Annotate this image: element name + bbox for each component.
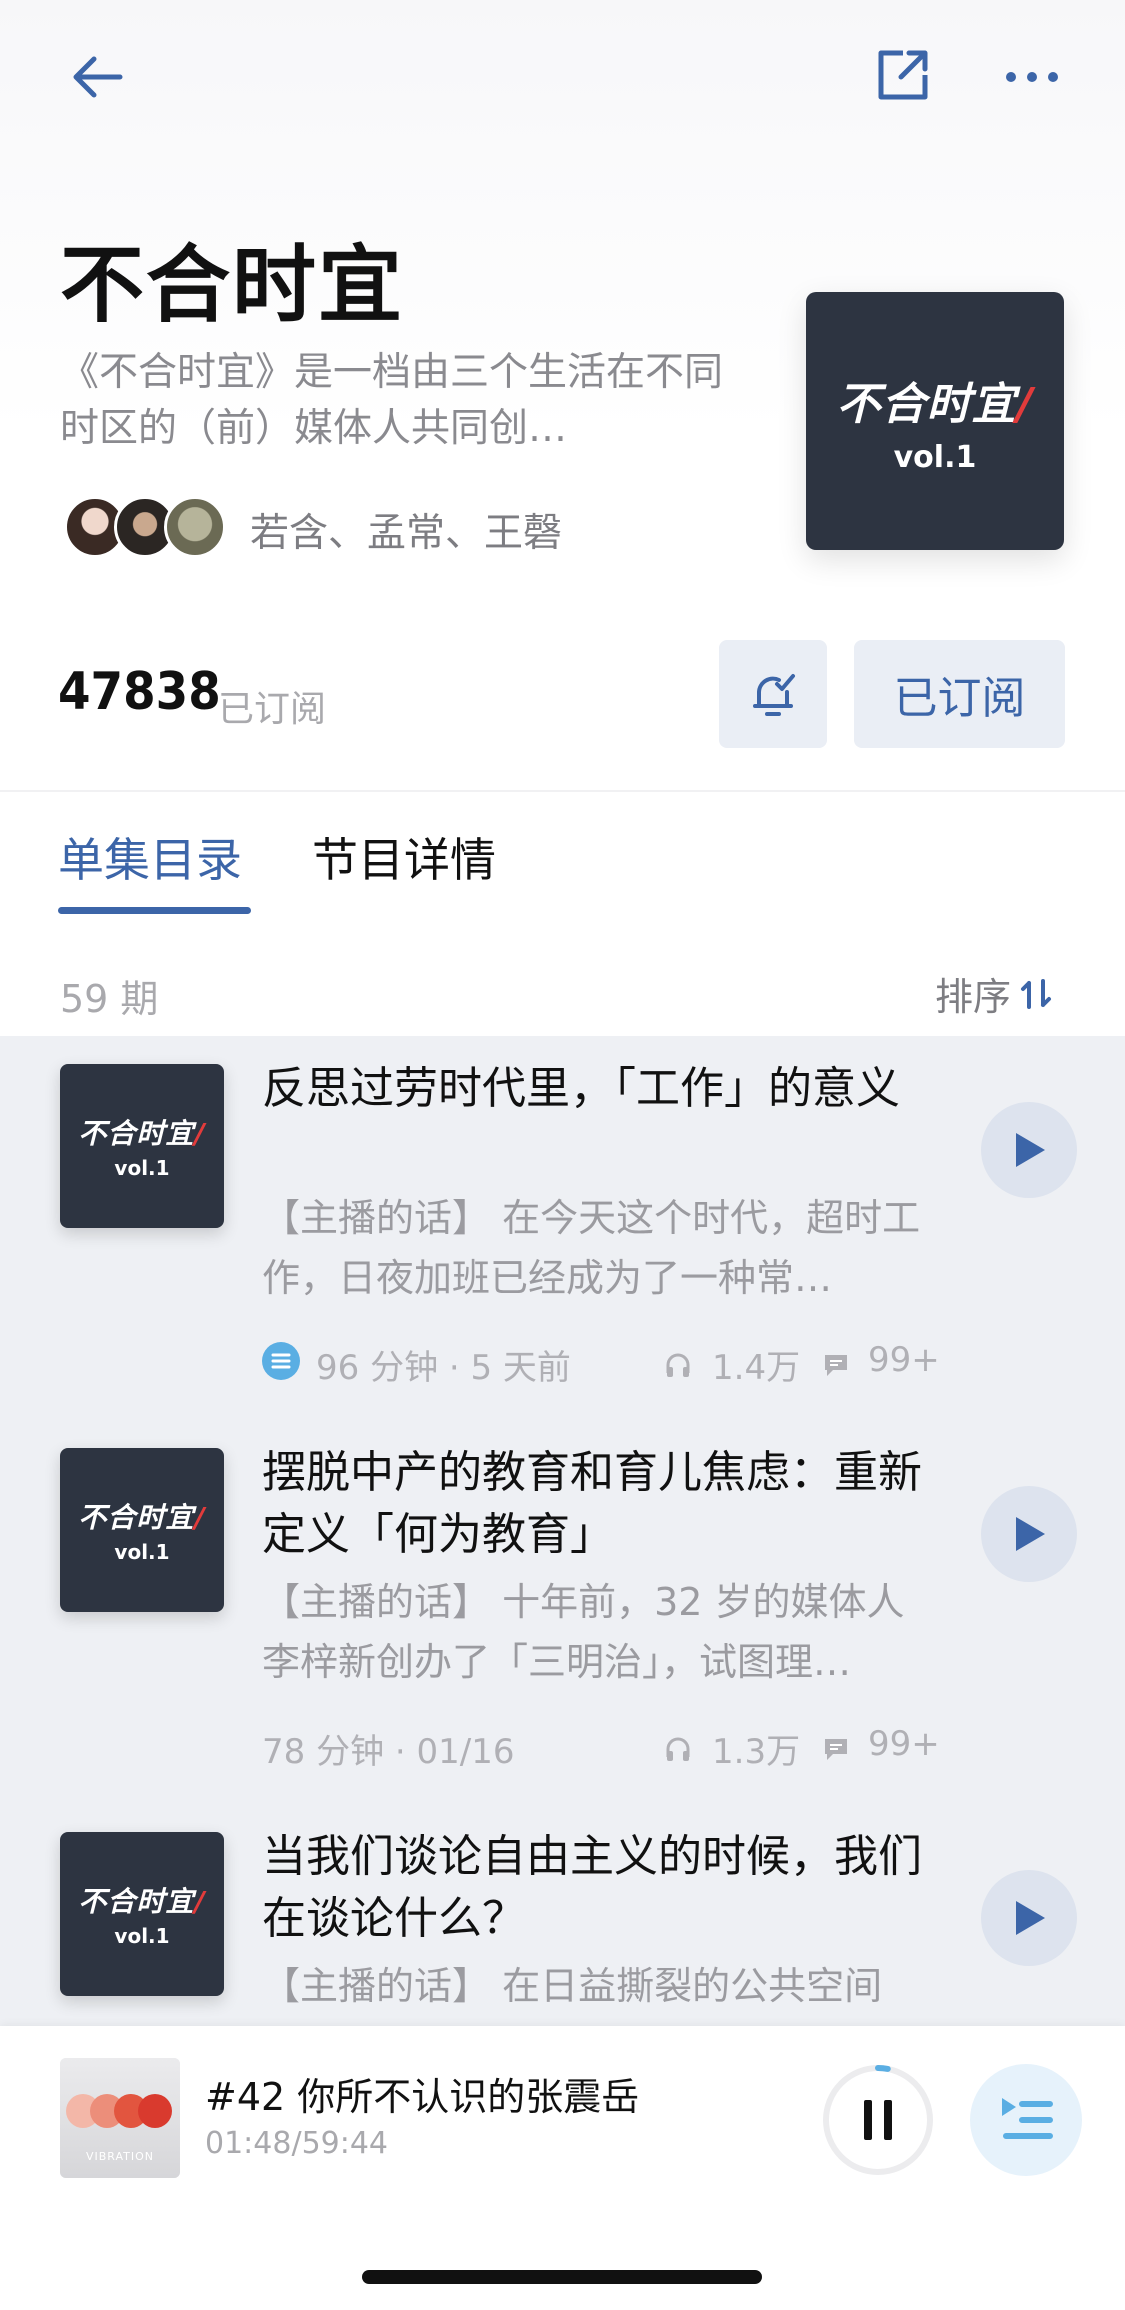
episode-duration: 78 分钟 · 01/16: [262, 1732, 515, 1772]
subscriber-count: 47838: [58, 662, 221, 722]
divider: [0, 790, 1125, 792]
playlist-icon: [1002, 2098, 1053, 2139]
cover-logo-text: 不合时宜/: [78, 1117, 206, 1150]
sort-button[interactable]: 排序: [935, 966, 1053, 1021]
headphones-icon: [664, 1732, 692, 1772]
cover-logo-text: 不合时宜/: [836, 378, 1034, 430]
episode-cover: 不合时宜/ vol.1: [60, 1064, 224, 1228]
episode-description: 【主播的话】 在日益撕裂的公共空间: [262, 1964, 883, 2008]
podcast-description[interactable]: 《不合时宜》是一档由三个生活在不同时区的（前）媒体人共同创…: [60, 345, 750, 457]
pause-icon: [864, 2100, 872, 2140]
sort-icon: [1021, 978, 1052, 1009]
pause-button[interactable]: [820, 2062, 936, 2178]
comment-count: 99+: [868, 1724, 940, 1764]
episode-description: 【主播的话】 十年前，32 岁的媒体人李梓新创办了「三明治」，试图理…: [262, 1580, 905, 1684]
bell-icon: [753, 674, 795, 716]
cover-vol-text: vol.1: [114, 1540, 170, 1564]
episode-cover: 不合时宜/ vol.1: [60, 1832, 224, 1996]
comment-count: 99+: [868, 1340, 940, 1380]
episode-list[interactable]: 不合时宜/ vol.1 反思过劳时代里，「工作」的意义 【主播的话】 在今天这个…: [0, 1036, 1125, 2026]
podcast-title: 不合时宜: [60, 236, 405, 334]
transcript-icon: [262, 1342, 300, 1380]
play-button[interactable]: [981, 1870, 1077, 1966]
episode-title: 反思过劳时代里，「工作」的意义: [262, 1063, 900, 1114]
now-playing-title[interactable]: #42 你所不认识的张震岳: [205, 2066, 639, 2121]
podcast-cover: 不合时宜/ vol.1: [806, 292, 1064, 550]
player-cover[interactable]: VIBRATION: [60, 2058, 180, 2178]
host-names[interactable]: 若含、孟常、王磬: [250, 502, 562, 558]
play-count: 1.4万: [712, 1348, 801, 1388]
cover-vol-text: vol.1: [114, 1156, 170, 1180]
sort-label: 排序: [935, 975, 1012, 1019]
play-icon: [1016, 1133, 1045, 1167]
play-button[interactable]: [981, 1102, 1077, 1198]
share-icon[interactable]: [866, 38, 940, 112]
host-avatars[interactable]: [64, 496, 234, 558]
more-icon[interactable]: [995, 40, 1069, 114]
episode-title: 摆脱中产的教育和育儿焦虑：重新定义「何为教育」: [262, 1447, 922, 1560]
episode-cover: 不合时宜/ vol.1: [60, 1448, 224, 1612]
now-playing-time: 01:48/59:44: [205, 2126, 389, 2161]
cover-circle: [138, 2094, 172, 2128]
cover-vol-text: vol.1: [114, 1924, 170, 1948]
home-indicator[interactable]: [362, 2270, 762, 2284]
comment-icon: [822, 1348, 850, 1388]
mini-player[interactable]: VIBRATION #42 你所不认识的张震岳 01:48/59:44: [0, 2026, 1125, 2310]
list-item[interactable]: 不合时宜/ vol.1 当我们谈论自由主义的时候，我们在谈论什么？ 【主播的话】…: [0, 1804, 1125, 2026]
episode-count: 59 期: [60, 977, 159, 1021]
comment-icon: [822, 1732, 850, 1772]
subscribe-button[interactable]: 已订阅: [854, 640, 1065, 748]
episode-title: 当我们谈论自由主义的时候，我们在谈论什么？: [262, 1831, 922, 1944]
progress-ring: [823, 2065, 933, 2175]
headphones-icon: [664, 1348, 692, 1388]
episode-meta: 96 分钟 · 5 天前 1.4万 99+: [262, 1336, 940, 1388]
avatar: [164, 496, 226, 558]
player-cover-text: VIBRATION: [85, 2150, 155, 2163]
back-arrow-icon[interactable]: [60, 40, 134, 114]
episode-meta: 78 分钟 · 01/16 1.3万 99+: [262, 1720, 940, 1772]
cover-logo-text: 不合时宜/: [78, 1501, 206, 1534]
play-count: 1.3万: [712, 1732, 801, 1772]
notification-button[interactable]: [719, 640, 827, 748]
cover-logo-text: 不合时宜/: [78, 1885, 206, 1918]
subscriber-label: 已订阅: [218, 689, 327, 730]
list-item[interactable]: 不合时宜/ vol.1 反思过劳时代里，「工作」的意义 【主播的话】 在今天这个…: [0, 1036, 1125, 1420]
tab-episodes[interactable]: 单集目录: [58, 824, 242, 890]
episode-description: 【主播的话】 在今天这个时代，超时工作，日夜加班已经成为了一种常…: [262, 1196, 921, 1300]
playlist-button[interactable]: [970, 2064, 1082, 2176]
play-icon: [1016, 1517, 1045, 1551]
cover-vol-text: vol.1: [893, 439, 977, 475]
tab-active-indicator: [58, 907, 251, 914]
tab-details[interactable]: 节目详情: [312, 824, 496, 890]
list-item[interactable]: 不合时宜/ vol.1 摆脱中产的教育和育儿焦虑：重新定义「何为教育」 【主播的…: [0, 1420, 1125, 1804]
episode-duration: 96 分钟 · 5 天前: [316, 1348, 571, 1388]
play-icon: [1016, 1901, 1045, 1935]
play-button[interactable]: [981, 1486, 1077, 1582]
